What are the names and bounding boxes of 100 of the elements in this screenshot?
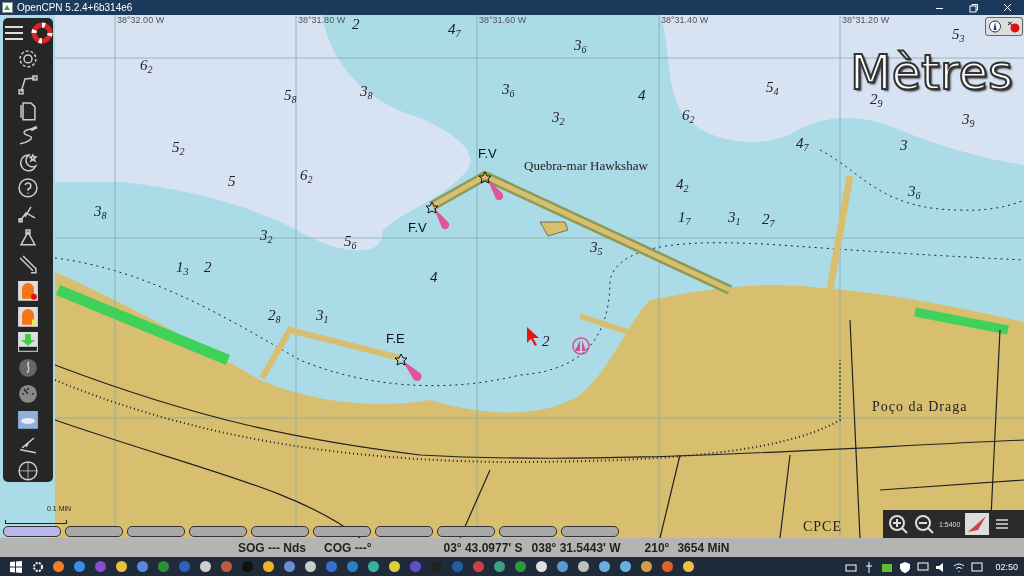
depth-sounding: 5$_{3}$ (952, 27, 965, 44)
depth-sounding: 6$_{2}$ (300, 168, 313, 185)
restore-icon[interactable] (967, 2, 979, 13)
taskbar-app-icon[interactable] (115, 560, 128, 573)
light-label: F.V (478, 147, 497, 160)
chart-bar-segment[interactable] (375, 526, 433, 537)
chart-bar-segment[interactable] (437, 526, 495, 537)
depth-sounding: 6$_{2}$ (682, 108, 695, 125)
depth-sounding: 2 (542, 334, 550, 349)
taskbar-app-icon[interactable] (367, 560, 380, 573)
taskbar-app-icon[interactable] (577, 560, 590, 573)
place-name: CPCE (803, 520, 842, 534)
taskbar-app-icon[interactable] (598, 560, 611, 573)
chart-bar-segment[interactable] (189, 526, 247, 537)
taskbar-app-icon[interactable] (199, 560, 212, 573)
place-name: Poço da Draga (872, 400, 968, 414)
window-title: OpenCPN 5.2.4+6b314e6 (17, 2, 134, 13)
status-field: COG ---° (324, 540, 372, 555)
taskbar-app-icon[interactable] (493, 560, 506, 573)
swirl-dial-icon[interactable] (17, 357, 39, 379)
depth-sounding: 4$_{2}$ (676, 177, 689, 194)
pencil-icon[interactable] (17, 254, 39, 276)
route-icon[interactable] (17, 73, 39, 96)
depth-sounding: 6$_{2}$ (140, 58, 153, 75)
status-field: 038° 31.5443' W (531, 540, 621, 555)
light-flare-icon (434, 208, 450, 230)
depth-sounding: 1$_{7}$ (678, 210, 691, 227)
chart-bar-segment[interactable] (499, 526, 557, 537)
help-icon[interactable] (17, 176, 39, 199)
settings-icon[interactable] (17, 48, 39, 70)
taskbar-app-icon[interactable] (52, 560, 65, 573)
chart-bar-segment[interactable] (561, 526, 619, 537)
taskbar-app-icon[interactable] (535, 560, 548, 573)
app-icon (2, 2, 13, 13)
taskbar-app-icon[interactable] (388, 560, 401, 573)
status-field: 3654 MiN (677, 540, 730, 555)
display-icon[interactable] (917, 560, 930, 573)
depth-sounding: 3$_{5}$ (590, 240, 603, 257)
chart-bar-segment[interactable] (313, 526, 371, 537)
gps-status-icon[interactable] (1005, 20, 1020, 33)
menu-icon[interactable] (994, 516, 1011, 532)
depth-sounding: 5$_{8}$ (284, 88, 297, 105)
depth-sounding: 2$_{7}$ (762, 212, 775, 229)
depth-sounding: 3$_{6}$ (502, 82, 515, 99)
star-icon (478, 171, 492, 184)
depth-sounding: 3$_{1}$ (728, 210, 741, 227)
settings-icon[interactable] (32, 560, 44, 573)
windows-start-icon[interactable] (10, 560, 22, 573)
taskbar-app-icon[interactable] (640, 560, 653, 573)
sailboat-marina-icon (572, 337, 590, 355)
taskbar-app-icon[interactable] (556, 560, 569, 573)
taskbar-app-icon[interactable] (262, 560, 275, 573)
status-field: 210° (644, 540, 670, 555)
lifebuoy-icon[interactable] (31, 22, 53, 44)
light-flare-icon (487, 178, 504, 201)
star-icon (394, 353, 408, 366)
depth-sounding: 3$_{8}$ (360, 84, 373, 101)
depth-sounding: 2$_{8}$ (268, 308, 281, 325)
depth-sounding: 3$_{2}$ (260, 228, 273, 245)
taskbar-app-icon[interactable] (304, 560, 317, 573)
depth-sounding: 5$_{4}$ (766, 80, 779, 97)
pier (579, 313, 629, 335)
taskbar-clock: 02:50 (995, 561, 1018, 572)
place-name: Quebra-mar Hawkshaw (524, 159, 648, 172)
taskbar-app-icon[interactable] (619, 560, 632, 573)
pages-icon[interactable] (17, 99, 39, 122)
weather-picture-icon[interactable] (17, 408, 39, 431)
depth-sounding: 3$_{9}$ (962, 112, 975, 129)
status-field: SOG --- Nds (238, 540, 306, 555)
chart-bar-segment[interactable] (127, 526, 185, 537)
light-label: F.V (408, 221, 427, 234)
gauge-icon[interactable] (17, 382, 39, 405)
depth-sounding: 5 (228, 174, 236, 189)
depth-sounding: 3$_{1}$ (316, 308, 329, 325)
star-icon (425, 201, 439, 214)
depth-sounding: 4$_{7}$ (448, 22, 461, 39)
depth-sounding: 3$_{6}$ (574, 38, 587, 55)
status-field: 03° 43.0977' S (443, 540, 523, 555)
depth-sounding: 2$_{9}$ (870, 92, 883, 109)
depth-sounding: 3 (900, 138, 908, 153)
grid-label: 38°31.60 W (479, 16, 527, 25)
pointer-cursor-icon (527, 327, 539, 346)
language-icon[interactable] (971, 560, 984, 573)
chart-bar-segment[interactable] (251, 526, 309, 537)
taskbar-app-icon[interactable] (283, 560, 296, 573)
close-icon[interactable] (1001, 2, 1013, 13)
moon-star-icon[interactable] (17, 151, 39, 173)
depth-sounding: 1$_{3}$ (176, 260, 189, 277)
taskbar-app-icon[interactable] (682, 560, 695, 573)
chart-bar-segment[interactable] (65, 526, 123, 537)
chart-mode-icon[interactable] (964, 512, 991, 536)
north-compass-icon[interactable] (988, 20, 1001, 33)
light-flare-icon (402, 360, 422, 382)
depth-sounding: 2 (352, 17, 360, 32)
zoom-in-icon[interactable] (887, 513, 909, 535)
depth-sounding: 3$_{2}$ (552, 110, 565, 127)
chart-bar-segment[interactable] (3, 526, 61, 537)
shield-icon[interactable] (899, 560, 912, 573)
compass-rose-icon[interactable] (17, 460, 39, 482)
zoom-out-icon[interactable] (913, 513, 935, 535)
